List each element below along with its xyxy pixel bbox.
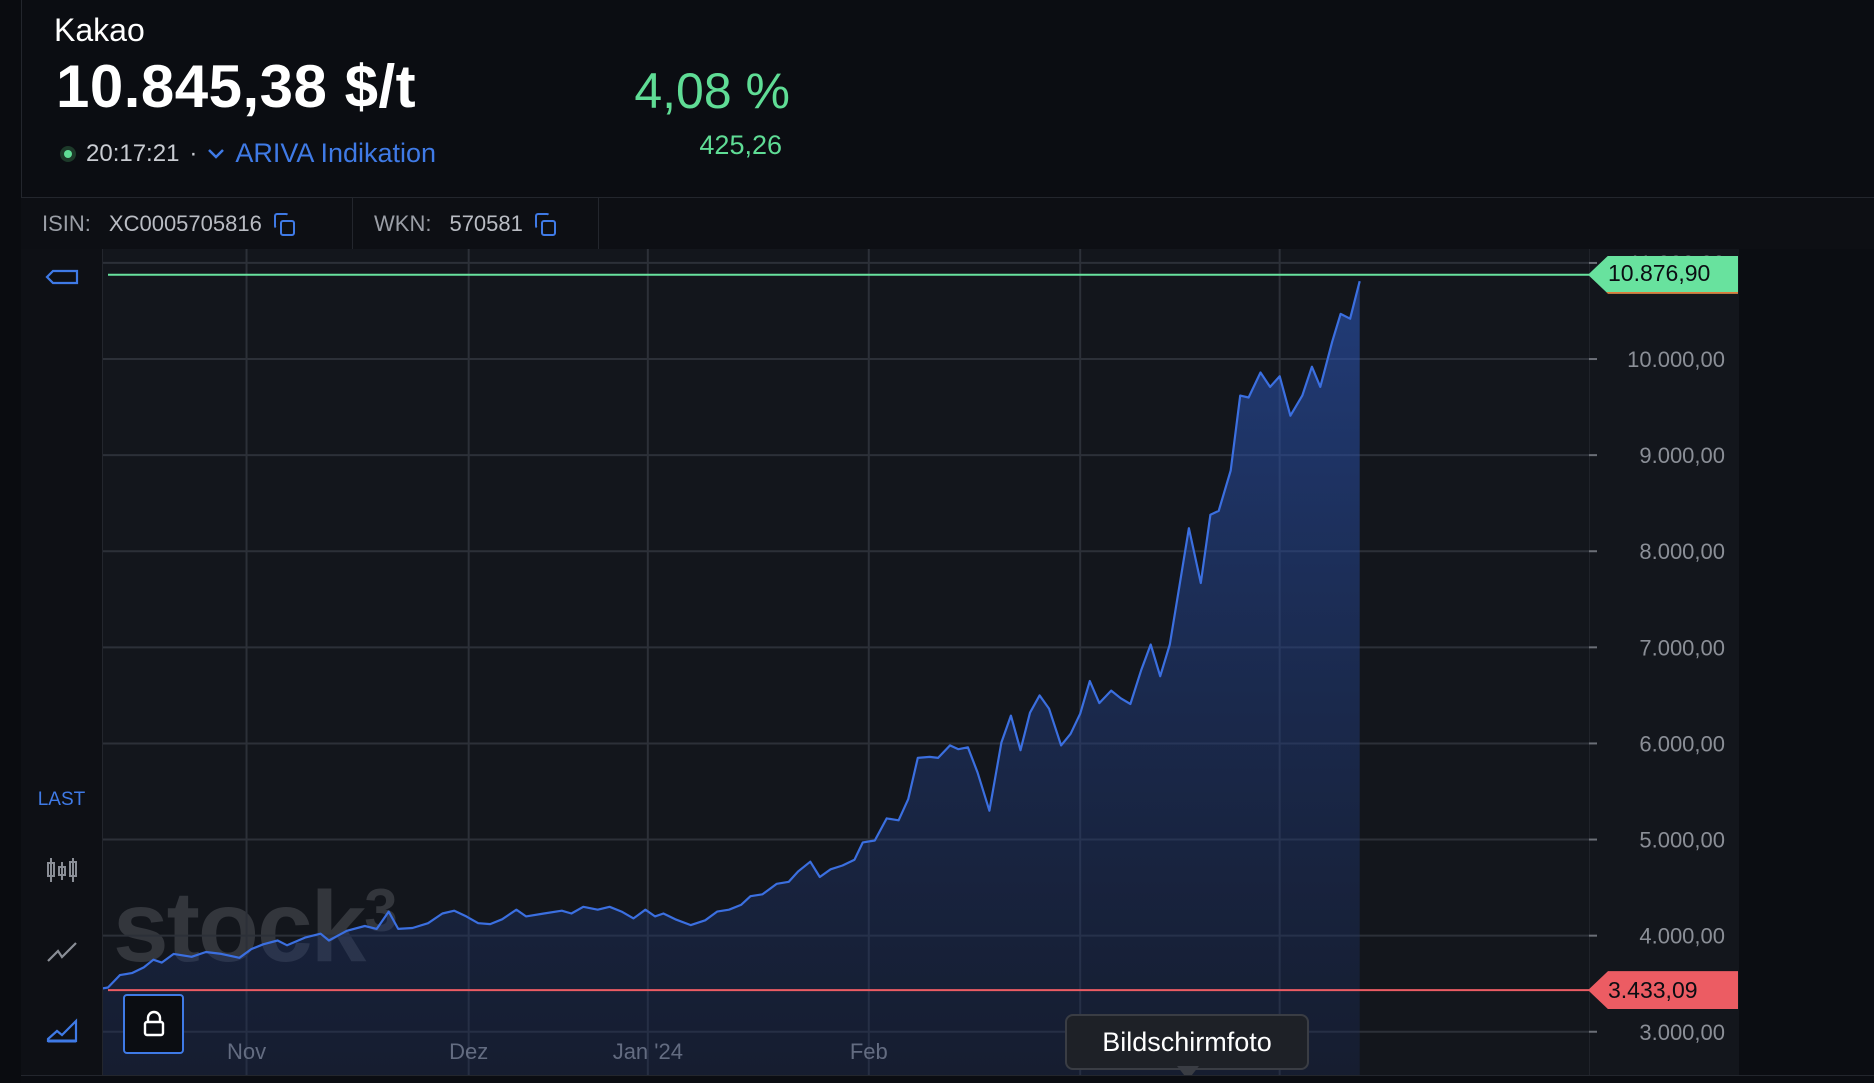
high-price-tag: 10.876,90	[1588, 255, 1738, 294]
change-percent: 4,08 %	[634, 63, 790, 119]
area-chart-icon	[46, 1018, 77, 1043]
isin-cell: ISIN: XC0005705816	[21, 198, 353, 250]
y-tick-label: 4.000,00	[1639, 924, 1725, 949]
y-tick-label: 9.000,00	[1639, 443, 1725, 468]
low-price-tag: 3.433,09	[1588, 971, 1738, 1010]
source-dropdown[interactable]: ARIVA Indikation	[207, 138, 436, 169]
tooltip: Bildschirmfoto	[1065, 1014, 1309, 1070]
y-tick-label: 8.000,00	[1639, 539, 1725, 564]
lock-button[interactable]	[123, 994, 184, 1054]
price-area	[102, 281, 1360, 1075]
quote-time: 20:17:21	[86, 139, 180, 167]
tag-icon	[44, 269, 78, 285]
y-tick-label: 10.000,00	[1627, 347, 1725, 372]
area-chart-button[interactable]	[21, 1013, 102, 1047]
copy-wkn-icon[interactable]	[534, 213, 556, 236]
live-status-icon	[60, 145, 76, 162]
line-chart-icon	[46, 942, 77, 962]
wkn-cell: WKN: 570581	[353, 198, 599, 250]
instrument-title: Kakao	[54, 12, 145, 48]
copy-isin-icon[interactable]	[273, 213, 295, 236]
status-row: 20:17:21 · ARIVA Indikation	[60, 138, 436, 169]
chevron-down-icon	[208, 148, 225, 159]
wkn-label: WKN:	[374, 211, 432, 236]
separator: ·	[189, 139, 198, 167]
isin-label: ISIN:	[42, 211, 91, 236]
identifier-row: ISIN: XC0005705816 WKN: 570581	[21, 197, 1874, 251]
isin-value: XC0005705816	[108, 211, 262, 236]
chart-toolbar: LAST	[21, 249, 103, 1082]
y-tick-label: 5.000,00	[1639, 828, 1725, 853]
wkn-value: 570581	[449, 211, 523, 236]
last-price: 10.845,38 $/t	[56, 53, 417, 120]
header-empty-area	[822, 0, 1874, 197]
y-tick-label: 7.000,00	[1639, 635, 1725, 660]
candlestick-button[interactable]	[21, 853, 102, 887]
y-tick-label: 6.000,00	[1639, 731, 1725, 756]
lock-icon	[143, 1010, 164, 1037]
price-tag-toggle[interactable]	[21, 265, 102, 289]
candlestick-icon	[46, 858, 77, 882]
price-chart: 3.000,00 4.000,00 5.000,00 6.000,00 7.000,00…	[101, 249, 1725, 1075]
right-margin	[1739, 249, 1874, 1082]
change-absolute: 425,26	[699, 130, 782, 160]
quote-header: Kakao 10.845,38 $/t 4,08 % 425,26 20:17:…	[21, 0, 823, 197]
last-button[interactable]: LAST	[21, 787, 102, 813]
y-tick-label: 3.000,00	[1639, 1020, 1725, 1045]
line-chart-button[interactable]	[21, 935, 102, 969]
source-label: ARIVA Indikation	[235, 138, 437, 168]
last-label: LAST	[37, 789, 86, 810]
